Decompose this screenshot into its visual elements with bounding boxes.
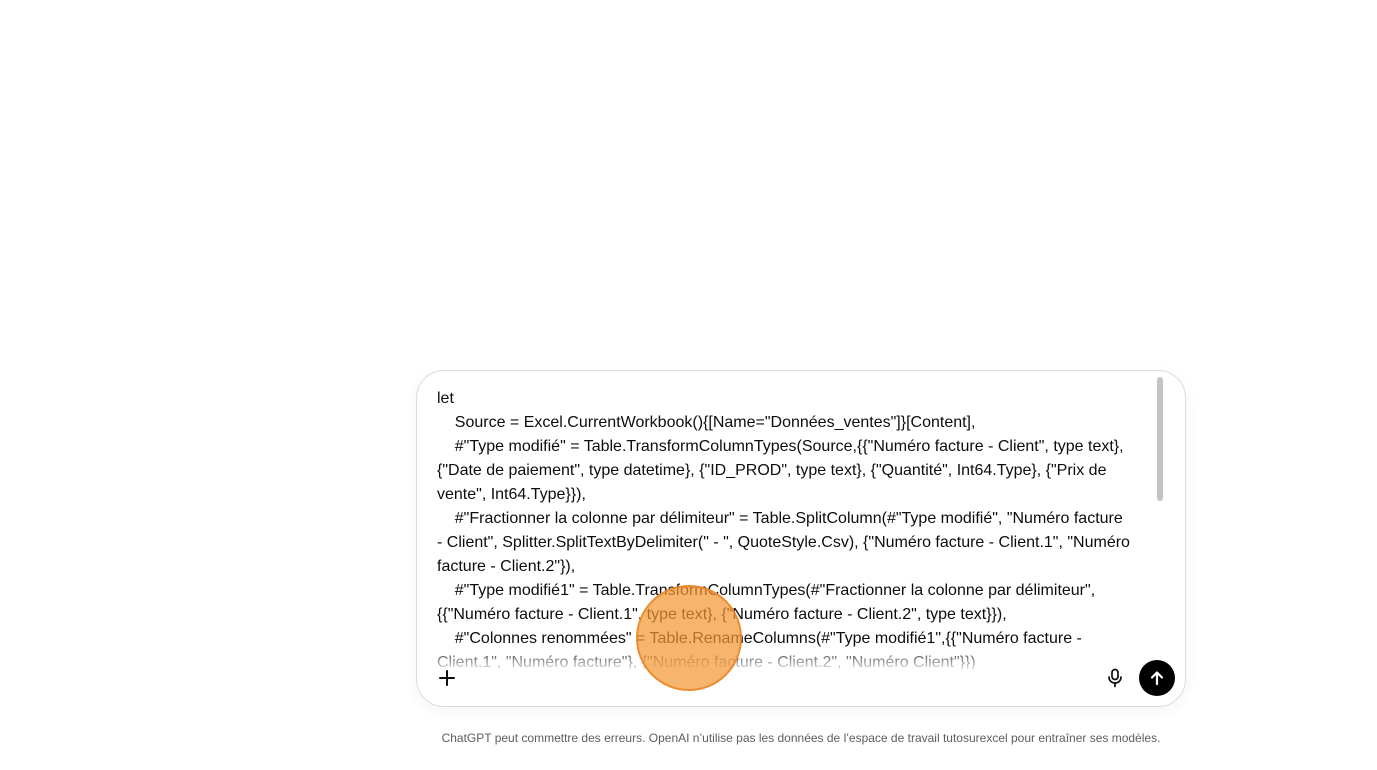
prompt-line: {"Date de paiement", type datetime}, {"I…: [437, 462, 1107, 479]
prompt-line: #"Type modifié" = Table.TransformColumnT…: [437, 438, 1124, 455]
prompt-scrollbar[interactable]: [1157, 377, 1163, 661]
add-attachment-button[interactable]: [431, 662, 463, 694]
prompt-line: let: [437, 390, 454, 407]
dictate-button[interactable]: [1099, 662, 1131, 694]
prompt-scrollbar-thumb[interactable]: [1157, 377, 1163, 501]
arrow-up-icon: [1150, 671, 1164, 686]
microphone-icon: [1108, 668, 1122, 688]
prompt-line: vente", Int64.Type}}),: [437, 486, 586, 503]
prompt-line: facture - Client.2"}),: [437, 558, 576, 575]
prompt-line: {{"Numéro facture - Client.1", type text…: [437, 606, 1007, 623]
prompt-composer: let Source = Excel.CurrentWorkbook(){[Na…: [416, 370, 1186, 707]
prompt-line: #"Fractionner la colonne par délimiteur"…: [437, 510, 1123, 527]
prompt-line: - Client", Splitter.SplitTextByDelimiter…: [437, 534, 1130, 551]
prompt-line: #"Colonnes renommées" = Table.RenameColu…: [437, 630, 1082, 647]
disclaimer-text: ChatGPT peut commettre des erreurs. Open…: [441, 731, 1161, 745]
prompt-textarea[interactable]: let Source = Excel.CurrentWorkbook(){[Na…: [437, 387, 1157, 669]
plus-icon: [439, 670, 455, 686]
prompt-line: Client.1", "Numéro facture"}, {"Numéro f…: [437, 654, 976, 669]
prompt-line: Source = Excel.CurrentWorkbook(){[Name="…: [437, 414, 976, 431]
prompt-line: #"Type modifié1" = Table.TransformColumn…: [437, 582, 1096, 599]
send-button[interactable]: [1139, 660, 1175, 696]
